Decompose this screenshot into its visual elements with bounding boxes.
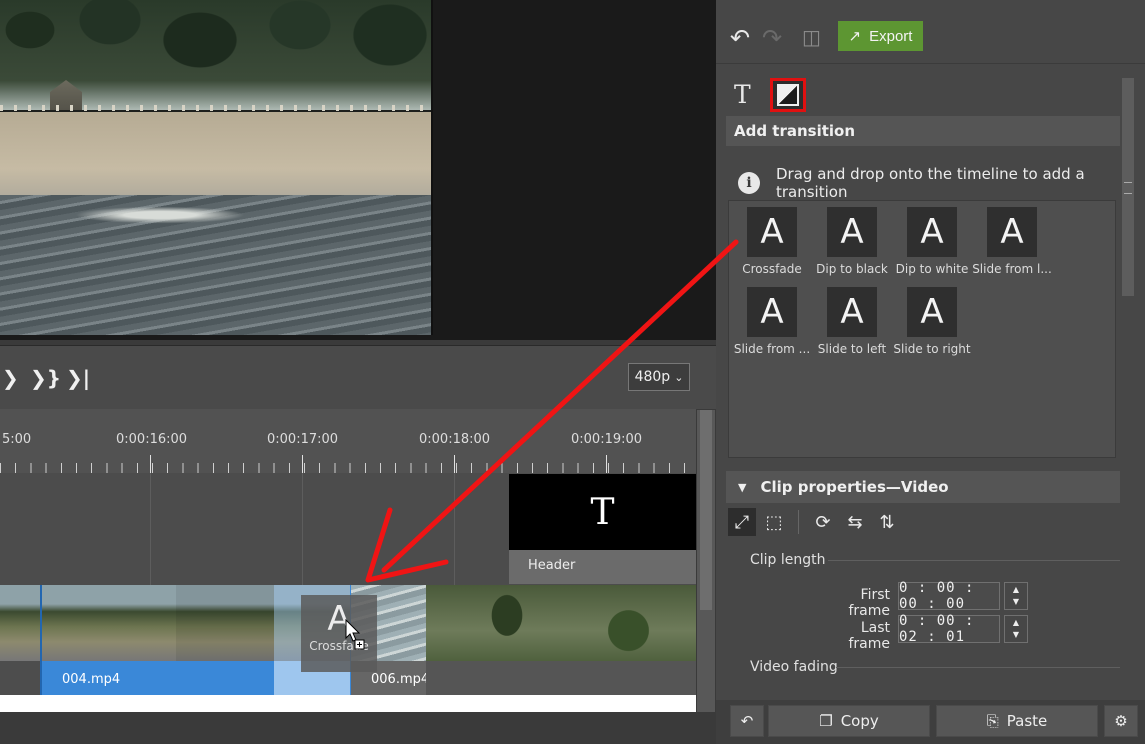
transition-label: Slide to left xyxy=(817,342,887,356)
transition-slide-to-right[interactable]: A Slide to right xyxy=(892,287,972,359)
transition-label: Dip to white xyxy=(895,262,969,276)
preview-frame xyxy=(0,0,433,335)
first-frame-label: First frame xyxy=(848,587,890,619)
transition-label: Slide from l... xyxy=(972,262,1052,276)
go-to-end-icon[interactable]: ❯| xyxy=(66,366,90,390)
chevron-down-icon: ⌄ xyxy=(674,370,684,384)
transition-thumb: A xyxy=(827,287,877,337)
export-label: Export xyxy=(869,27,913,45)
video-clip[interactable] xyxy=(426,585,696,695)
undo-icon[interactable]: ↶ xyxy=(730,24,750,52)
transition-label: Dip to black xyxy=(816,262,888,276)
flip-vertical-icon[interactable]: ⇅ xyxy=(873,508,901,536)
add-transition-header: Add transition xyxy=(726,116,1120,146)
fill-frame-icon[interactable]: ⤢ xyxy=(728,508,756,536)
back-button[interactable]: ↶ xyxy=(730,705,764,737)
export-button[interactable]: ↗ Export xyxy=(838,21,923,51)
first-frame-input[interactable]: 0 : 00 : 00 : 00 xyxy=(898,580,1000,612)
drag-ghost-crossfade: A Crossfade xyxy=(301,595,377,672)
right-panel: ↶ ↷ ◫ ↗ Export T Add transition i Drag a… xyxy=(716,0,1145,744)
transition-dip-white[interactable]: A Dip to white xyxy=(892,207,972,279)
clip-length-label: Clip length xyxy=(750,552,826,568)
timeline-footer xyxy=(0,695,696,712)
ghost-label: Crossfade xyxy=(309,639,369,653)
clip-name: 006.mp4 xyxy=(371,672,426,687)
redo-icon[interactable]: ↷ xyxy=(762,24,782,52)
paste-settings-button[interactable]: ⚙ xyxy=(1104,705,1138,737)
transition-gallery: A Crossfade A Dip to black A Dip to whit… xyxy=(728,200,1116,458)
transition-thumb: A xyxy=(907,207,957,257)
tick-label: 0:00:18:00 xyxy=(419,432,491,447)
panel-scrollbar[interactable] xyxy=(1122,78,1134,296)
paste-icon: ⎘ xyxy=(986,712,999,730)
next-clip-icon[interactable]: ❯} xyxy=(30,366,61,390)
flip-horizontal-icon[interactable]: ⇆ xyxy=(841,508,869,536)
copy-icon: ❐ xyxy=(819,712,833,730)
resolution-select[interactable]: 480p ⌄ xyxy=(628,363,690,391)
clip-properties-header[interactable]: ▼ Clip properties—Video xyxy=(726,471,1120,503)
app-window: ❯ ❯} ❯| 480p ⌄ 5:00 0:00:16:00 0:00:17:0… xyxy=(0,0,1145,744)
first-frame-stepper[interactable]: ▲ ▼ xyxy=(1004,582,1028,610)
video-clip[interactable] xyxy=(0,585,40,695)
last-frame-input[interactable]: 0 : 00 : 02 : 01 xyxy=(898,613,1000,645)
transition-thumb: A xyxy=(987,207,1037,257)
transition-slide-from[interactable]: A Slide from ... xyxy=(732,287,812,359)
transition-label: Crossfade xyxy=(742,262,802,276)
info-icon: i xyxy=(738,172,760,194)
transition-thumb: A xyxy=(907,287,957,337)
title-clip-header[interactable]: T Header xyxy=(509,474,696,584)
last-frame-label: Last frame xyxy=(848,620,890,652)
transition-thumb: A xyxy=(747,207,797,257)
transitions-tab[interactable] xyxy=(770,78,806,112)
hint-text: Drag and drop onto the timeline to add a… xyxy=(776,165,1085,201)
back-arrow-icon: ↶ xyxy=(740,712,754,730)
transition-hint: i Drag and drop onto the timeline to add… xyxy=(738,165,1118,201)
timeline-ruler[interactable]: 5:00 0:00:16:00 0:00:17:00 0:00:18:00 0:… xyxy=(0,409,696,473)
paste-button[interactable]: ⎘ Paste xyxy=(936,705,1098,737)
share-icon: ↗ xyxy=(848,28,862,45)
last-frame-stepper[interactable]: ▲ ▼ xyxy=(1004,615,1028,643)
clip-name: 004.mp4 xyxy=(62,672,121,687)
transition-slide-from-left[interactable]: A Slide from l... xyxy=(972,207,1052,279)
transition-thumb: A xyxy=(747,287,797,337)
transition-thumb: A xyxy=(827,207,877,257)
clip-properties-title: Clip properties—Video xyxy=(760,478,949,496)
save-icon[interactable]: ◫ xyxy=(802,25,821,49)
transition-dip-black[interactable]: A Dip to black xyxy=(812,207,892,279)
collapse-triangle-icon: ▼ xyxy=(738,480,747,494)
tick-label: 5:00 xyxy=(2,432,32,447)
video-fading-label: Video fading xyxy=(750,659,838,675)
fit-frame-icon[interactable]: ⬚ xyxy=(760,508,788,536)
tick-label: 0:00:19:00 xyxy=(571,432,643,447)
video-clip-004[interactable]: 004.mp4 xyxy=(40,585,274,695)
gear-icon: ⚙ xyxy=(1114,712,1128,730)
clip-property-tools: ⤢ ⬚ ⟳ ⇆ ⇅ xyxy=(728,507,901,537)
title-clip-name: Header xyxy=(528,558,576,573)
transition-label: Slide from ... xyxy=(733,342,811,356)
transition-crossfade[interactable]: A Crossfade xyxy=(732,207,812,279)
resolution-value: 480p xyxy=(634,369,671,385)
title-thumb: T xyxy=(509,474,696,550)
transition-label: Slide to right xyxy=(893,342,971,356)
video-preview xyxy=(0,0,716,340)
top-toolbar: ↶ ↷ ◫ ↗ Export xyxy=(716,0,1145,64)
play-icon[interactable]: ❯ xyxy=(2,366,19,390)
panel-bottom-bar: ↶ ❐ Copy ⎘ Paste ⚙ xyxy=(716,700,1145,744)
tick-label: 0:00:16:00 xyxy=(116,432,188,447)
timeline-scrollbar[interactable] xyxy=(697,410,715,712)
text-tab-icon[interactable]: T xyxy=(734,80,751,109)
playback-controls: ❯ ❯} ❯| xyxy=(0,345,716,409)
transition-icon xyxy=(777,84,799,106)
ghost-letter: A xyxy=(327,599,351,639)
tick-label: 0:00:17:00 xyxy=(267,432,339,447)
paste-label: Paste xyxy=(1006,712,1048,730)
rotate-icon[interactable]: ⟳ xyxy=(809,508,837,536)
copy-label: Copy xyxy=(840,712,879,730)
transition-slide-to-left[interactable]: A Slide to left xyxy=(812,287,892,359)
copy-button[interactable]: ❐ Copy xyxy=(768,705,930,737)
